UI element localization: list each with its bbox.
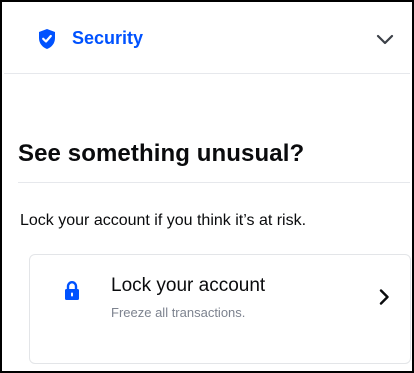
card-description: Freeze all transactions. <box>111 305 246 320</box>
security-accordion-header[interactable]: Security <box>4 4 410 74</box>
security-panel: Security See something unusual? Lock you… <box>0 0 414 373</box>
shield-icon <box>39 28 55 49</box>
section-title: Security <box>72 28 144 48</box>
chevron-right-icon <box>379 289 389 305</box>
chevron-down-icon[interactable] <box>374 28 396 50</box>
page-title: See something unusual? <box>18 140 305 167</box>
lock-account-button[interactable]: Lock your account Freeze all transaction… <box>29 254 411 364</box>
card-title: Lock your account <box>111 275 266 296</box>
divider <box>18 182 410 183</box>
subtitle: Lock your account if you think it’s at r… <box>20 212 307 229</box>
lock-icon <box>65 281 79 300</box>
